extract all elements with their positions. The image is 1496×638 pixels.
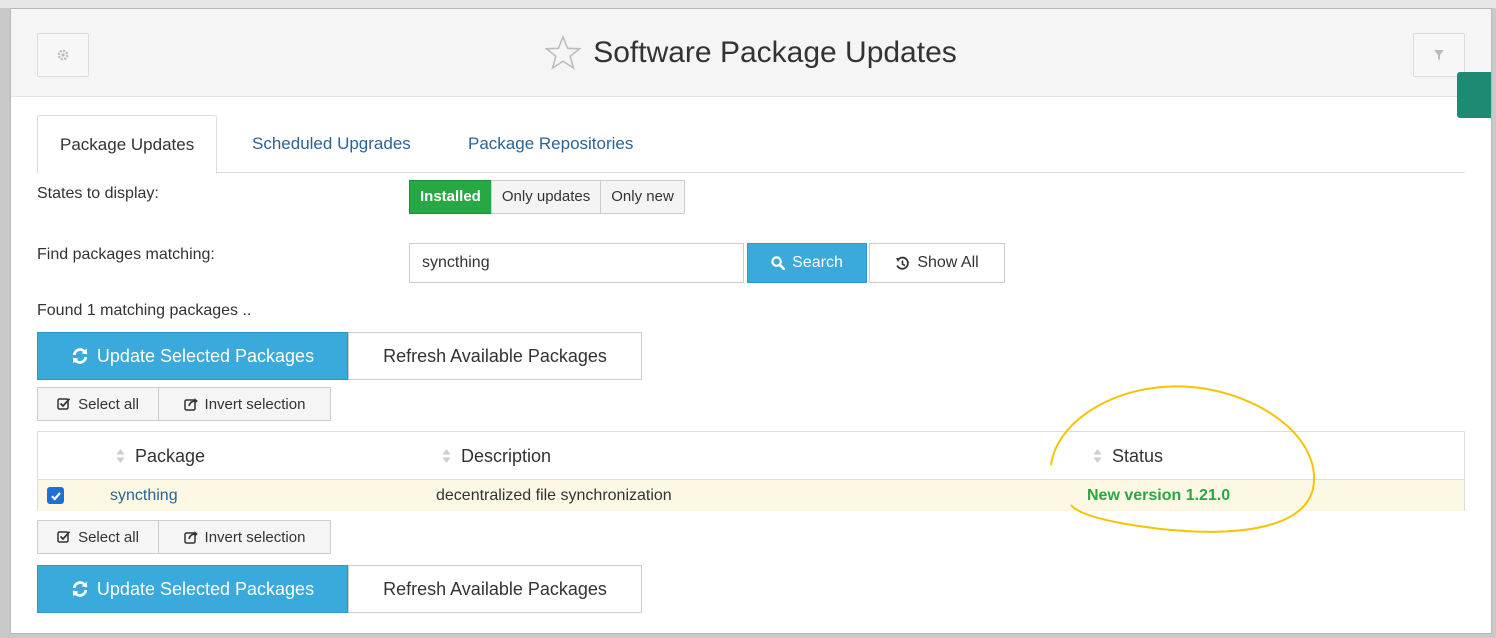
search-input[interactable]: syncthing	[409, 243, 744, 283]
update-selected-label: Update Selected Packages	[96, 345, 315, 366]
invert-selection-button-top[interactable]: Invert selection	[158, 387, 331, 421]
sort-icon	[116, 449, 125, 463]
states-toggle-group: Installed Only updates Only new	[409, 180, 685, 214]
sort-icon	[442, 449, 451, 463]
invert-selection-label: Invert selection	[204, 528, 306, 546]
search-button[interactable]: Search	[747, 243, 867, 283]
package-description: decentralized file synchronization	[436, 487, 672, 504]
search-button-label: Search	[792, 254, 843, 271]
column-label-package: Package	[135, 446, 206, 466]
share-square-icon	[183, 398, 198, 411]
refresh-available-button-bottom[interactable]: Refresh Available Packages	[348, 565, 642, 613]
check-square-icon	[57, 531, 71, 543]
states-label: States to display:	[37, 185, 159, 202]
filter-button[interactable]	[1413, 33, 1465, 77]
refresh-icon	[72, 581, 88, 597]
select-all-button-top[interactable]: Select all	[37, 387, 159, 421]
sort-icon	[1093, 449, 1102, 463]
package-name-link[interactable]: syncthing	[110, 480, 178, 511]
star-icon[interactable]	[545, 35, 582, 71]
state-only-updates-button[interactable]: Only updates	[490, 180, 602, 214]
tab-scheduled-upgrades[interactable]: Scheduled Upgrades	[230, 115, 433, 173]
checkmark-icon	[50, 491, 61, 501]
search-icon	[771, 256, 786, 270]
check-square-icon	[57, 398, 71, 410]
update-selected-button-top[interactable]: Update Selected Packages	[37, 332, 348, 380]
column-header-package[interactable]: Package	[116, 432, 205, 480]
invert-selection-label: Invert selection	[204, 395, 306, 413]
page-title: Software Package Updates	[593, 36, 957, 69]
column-header-status[interactable]: Status	[1093, 432, 1163, 480]
column-header-description[interactable]: Description	[442, 432, 551, 480]
tab-package-repositories[interactable]: Package Repositories	[446, 115, 655, 173]
module-header: Software Package Updates	[11, 9, 1491, 97]
update-selected-label: Update Selected Packages	[96, 578, 315, 599]
top-strip	[0, 0, 1496, 8]
filter-icon	[1434, 50, 1444, 60]
found-count-text: Found 1 matching packages ..	[37, 302, 252, 319]
table-header: Package Description Status	[38, 432, 1464, 480]
packages-table: Package Description Status syncthing dec…	[37, 431, 1465, 511]
row-checkbox[interactable]	[47, 487, 64, 504]
select-all-label: Select all	[78, 528, 139, 546]
tab-bar: Package Updates Scheduled Upgrades Packa…	[37, 115, 1465, 174]
state-only-new-button[interactable]: Only new	[600, 180, 685, 214]
package-status: New version 1.21.0	[1087, 487, 1231, 504]
table-row: syncthing decentralized file synchroniza…	[38, 480, 1464, 511]
select-all-label: Select all	[78, 395, 139, 413]
history-icon	[896, 256, 910, 270]
column-label-status: Status	[1112, 446, 1164, 466]
refresh-icon	[72, 348, 88, 364]
select-all-button-bottom[interactable]: Select all	[37, 520, 159, 554]
update-selected-button-bottom[interactable]: Update Selected Packages	[37, 565, 348, 613]
refresh-available-button-top[interactable]: Refresh Available Packages	[348, 332, 642, 380]
invert-selection-button-bottom[interactable]: Invert selection	[158, 520, 331, 554]
share-square-icon	[183, 531, 198, 544]
show-all-button[interactable]: Show All	[869, 243, 1005, 283]
module-frame: Software Package Updates Package Updates…	[10, 8, 1492, 634]
notification-side-tab[interactable]	[1457, 72, 1491, 118]
state-installed-button[interactable]: Installed	[409, 180, 492, 214]
column-label-description: Description	[461, 446, 552, 466]
show-all-label: Show All	[917, 254, 979, 271]
find-label: Find packages matching:	[37, 246, 215, 263]
tab-package-updates[interactable]: Package Updates	[37, 115, 218, 174]
